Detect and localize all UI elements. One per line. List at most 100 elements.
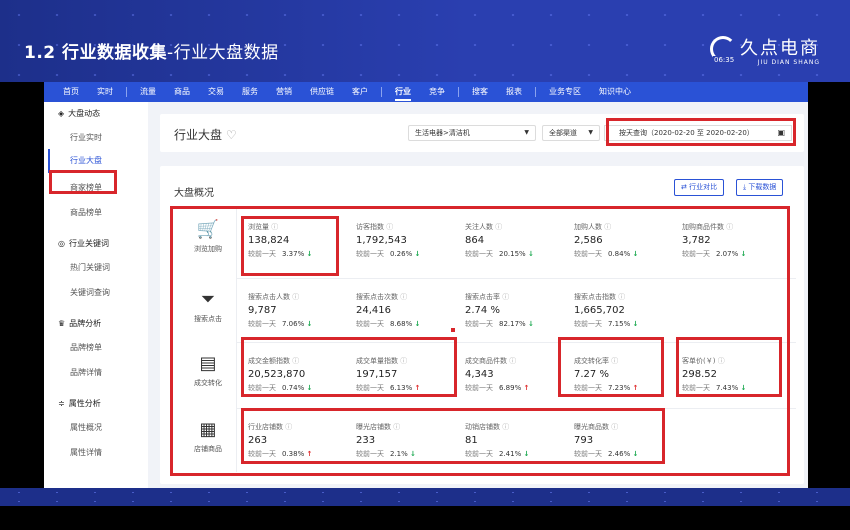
metric-cell[interactable]: 搜索点击次数 ⓘ 24,416 较前一天 8.68% ↓ <box>356 292 464 329</box>
metric-cell[interactable]: 加购人数 ⓘ 2,586 较前一天 0.84% ↓ <box>574 222 682 259</box>
help-icon[interactable]: ⓘ <box>285 423 292 431</box>
metric-cell[interactable]: 访客指数 ⓘ 1,792,543 较前一天 0.26% ↓ <box>356 222 464 259</box>
heart-icon[interactable]: ♡ <box>226 128 237 142</box>
metric-cell[interactable]: 搜索点击人数 ⓘ 9,787 较前一天 7.06% ↓ <box>248 292 356 329</box>
metric-change: 较前一天 3.37% ↓ <box>248 250 313 258</box>
sidebar-item[interactable]: 品牌榜单 <box>70 342 102 353</box>
sidebar-item[interactable]: 热门关键词 <box>70 262 110 273</box>
sidebar-item[interactable]: 关键词查询 <box>70 287 110 298</box>
nav-item[interactable]: 营销 <box>267 82 301 102</box>
metric-cell[interactable]: 客单价(￥) ⓘ 298.52 较前一天 7.43% ↓ <box>682 356 790 393</box>
download-data-button[interactable]: ⤓ 下载数据 <box>736 179 784 196</box>
nav-item[interactable]: 业务专区 <box>540 82 590 102</box>
help-icon[interactable]: ⓘ <box>400 293 407 301</box>
help-icon[interactable]: ⓘ <box>271 223 278 231</box>
help-icon[interactable]: ⓘ <box>611 423 618 431</box>
metric-change: 较前一天 2.07% ↓ <box>682 250 747 258</box>
help-icon[interactable]: ⓘ <box>292 293 299 301</box>
help-icon[interactable]: ⓘ <box>604 223 611 231</box>
sidebar-item[interactable]: 属性概况 <box>70 422 102 433</box>
help-icon[interactable]: ⓘ <box>400 357 407 365</box>
metric-change: 较前一天 6.89% ↑ <box>465 384 530 392</box>
metric-name: 行业店铺数 <box>248 423 283 431</box>
nav-item[interactable]: 客户 <box>343 82 377 102</box>
nav-item[interactable]: 流量 <box>131 82 165 102</box>
metric-cell[interactable]: 加购商品件数 ⓘ 3,782 较前一天 2.07% ↓ <box>682 222 790 259</box>
nav-item[interactable]: 报表 <box>497 82 531 102</box>
nav-item[interactable]: 交易 <box>199 82 233 102</box>
sidebar-group[interactable]: ♛ 品牌分析 <box>58 318 101 329</box>
help-icon[interactable]: ⓘ <box>502 293 509 301</box>
row-caption: 店铺商品 <box>194 445 222 453</box>
sidebar-group[interactable]: ◈ 大盘动态 <box>58 108 100 119</box>
metric-change: 较前一天 20.15% ↓ <box>465 250 534 258</box>
app-window: 首页 实时 流量 商品 交易 服务 营销 供应链 客户 行业 竞争 搜客 报表 业务专区 知识中心 ◈ 大盘动… <box>44 82 808 488</box>
metric-cell[interactable]: 动销店铺数 ⓘ 81 较前一天 2.41% ↓ <box>465 422 573 459</box>
metric-cell[interactable]: 曝光店铺数 ⓘ 233 较前一天 2.1% ↓ <box>356 422 464 459</box>
channel-select[interactable]: 全部渠道 ▼ <box>542 125 600 141</box>
sidebar-group[interactable]: ◎ 行业关键词 <box>58 238 109 249</box>
metric-change: 较前一天 7.06% ↓ <box>248 320 313 328</box>
help-icon[interactable]: ⓘ <box>726 223 733 231</box>
industry-compare-button[interactable]: ⇄ 行业对比 <box>674 179 725 196</box>
sidebar-item[interactable]: 商家榜单 <box>70 182 102 193</box>
nav-item[interactable]: 竞争 <box>420 82 454 102</box>
nav-item[interactable]: 供应链 <box>301 82 343 102</box>
nav-item[interactable]: 商品 <box>165 82 199 102</box>
arrow-up-icon: ↑ <box>632 384 639 392</box>
arrow-down-icon: ↓ <box>632 250 639 258</box>
nav-item[interactable]: 搜客 <box>463 82 497 102</box>
nav-item[interactable]: 实时 <box>88 82 122 102</box>
metric-value: 9,787 <box>248 305 277 316</box>
metric-value: 864 <box>465 235 485 246</box>
metric-cell[interactable]: 成交单量指数 ⓘ 197,157 较前一天 6.13% ↑ <box>356 356 464 393</box>
help-icon[interactable]: ⓘ <box>509 357 516 365</box>
caret-down-icon: ▼ <box>524 129 529 136</box>
sidebar-item[interactable]: 行业大盘 <box>48 149 102 173</box>
metric-cell[interactable]: 浏览量 ⓘ 138,824 较前一天 3.37% ↓ <box>248 222 356 259</box>
arrow-up-icon: ↑ <box>414 384 421 392</box>
help-icon[interactable]: ⓘ <box>386 223 393 231</box>
metric-cell[interactable]: 行业店铺数 ⓘ 263 较前一天 0.38% ↑ <box>248 422 356 459</box>
sidebar-item[interactable]: 行业实时 <box>70 132 102 143</box>
header-card: 行业大盘 ♡ 生活电器>清洁机 ▼ 全部渠道 ▼ 按天查询（2020-02-20 至… <box>160 114 804 152</box>
metric-cell[interactable]: 成交金额指数 ⓘ 20,523,870 较前一天 0.74% ↓ <box>248 356 356 393</box>
help-icon[interactable]: ⓘ <box>393 423 400 431</box>
arrow-down-icon: ↓ <box>527 320 534 328</box>
metric-name: 搜索点击次数 <box>356 293 398 301</box>
metric-cell[interactable]: 关注人数 ⓘ 864 较前一天 20.15% ↓ <box>465 222 573 259</box>
metric-cell[interactable]: 搜索点击率 ⓘ 2.74 % 较前一天 82.17% ↓ <box>465 292 573 329</box>
sidebar-item[interactable]: 属性详情 <box>70 447 102 458</box>
sidebar-item[interactable]: 品牌详情 <box>70 367 102 378</box>
nav-item[interactable]: 服务 <box>233 82 267 102</box>
category-select[interactable]: 生活电器>清洁机 ▼ <box>408 125 536 141</box>
document-icon: ▤ <box>199 353 217 374</box>
metric-cell[interactable]: 曝光商品数 ⓘ 793 较前一天 2.46% ↓ <box>574 422 682 459</box>
metric-cell[interactable]: 成交商品件数 ⓘ 4,343 较前一天 6.89% ↑ <box>465 356 573 393</box>
metric-cell[interactable]: 搜索点击指数 ⓘ 1,665,702 较前一天 7.15% ↓ <box>574 292 682 329</box>
nav-item[interactable]: 首页 <box>54 82 88 102</box>
metric-cell[interactable]: 成交转化率 ⓘ 7.27 % 较前一天 7.23% ↑ <box>574 356 682 393</box>
arrow-down-icon: ↓ <box>410 450 416 458</box>
slide-header: 1.2 行业数据收集-行业大盘数据 久点电商 JIU DIAN SHANG 06… <box>0 0 850 82</box>
help-icon[interactable]: ⓘ <box>611 357 618 365</box>
metric-change: 较前一天 7.43% ↓ <box>682 384 747 392</box>
nav-item[interactable]: 行业 <box>386 82 420 102</box>
help-icon[interactable]: ⓘ <box>718 357 725 365</box>
sidebar-group[interactable]: ≑ 属性分析 <box>58 398 101 409</box>
grid-icon: ▦ <box>199 419 217 440</box>
filter-icon: ⏷ <box>200 289 216 310</box>
overview-card: 大盘概况 ⇄ 行业对比 ⤓ 下载数据 🛒 浏览加购 浏览量 ⓘ 138,824 较前一天… <box>160 166 804 484</box>
nav-item[interactable]: 知识中心 <box>590 82 640 102</box>
row-label: 🛒 浏览加购 <box>180 220 236 254</box>
help-icon[interactable]: ⓘ <box>292 357 299 365</box>
metric-name: 成交商品件数 <box>465 357 507 365</box>
arrow-up-icon: ↑ <box>523 384 530 392</box>
date-picker[interactable]: 按天查询（2020-02-20 至 2020-02-20） ▣ <box>604 125 792 141</box>
sidebar-item[interactable]: 商品榜单 <box>70 207 102 218</box>
help-icon[interactable]: ⓘ <box>618 293 625 301</box>
calendar-icon: ▣ <box>777 128 785 137</box>
caret-down-icon: ▼ <box>588 129 593 136</box>
help-icon[interactable]: ⓘ <box>502 423 509 431</box>
help-icon[interactable]: ⓘ <box>495 223 502 231</box>
